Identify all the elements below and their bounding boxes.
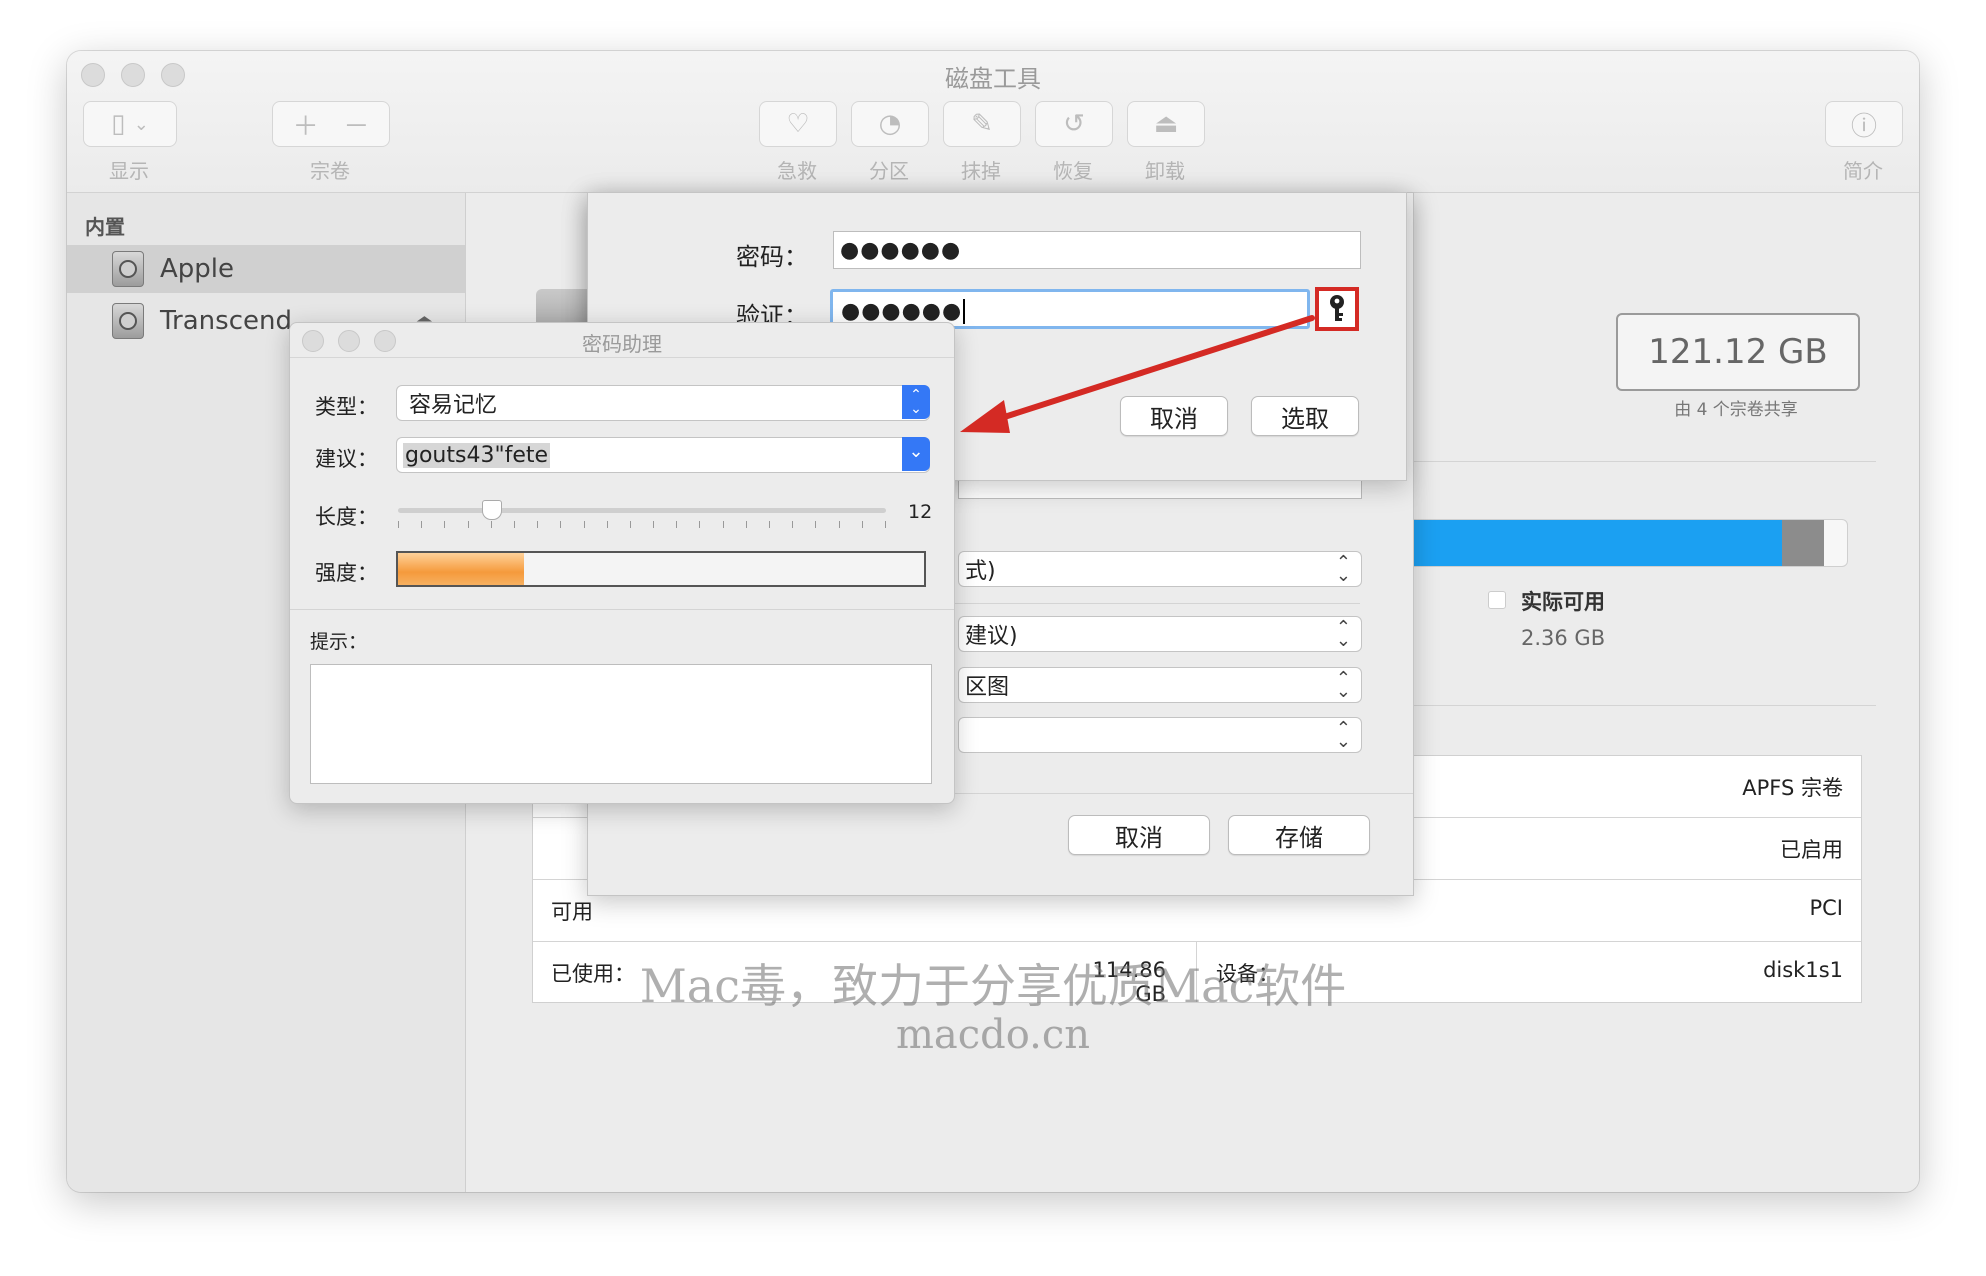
arrow-head	[960, 400, 1010, 433]
arrow-line	[992, 315, 1315, 423]
annotation-arrow	[960, 315, 1315, 433]
watermark-line1: Mac毒，致力于分享优质Mac软件	[639, 959, 1347, 1013]
watermark-line2: macdo.cn	[895, 1012, 1091, 1058]
